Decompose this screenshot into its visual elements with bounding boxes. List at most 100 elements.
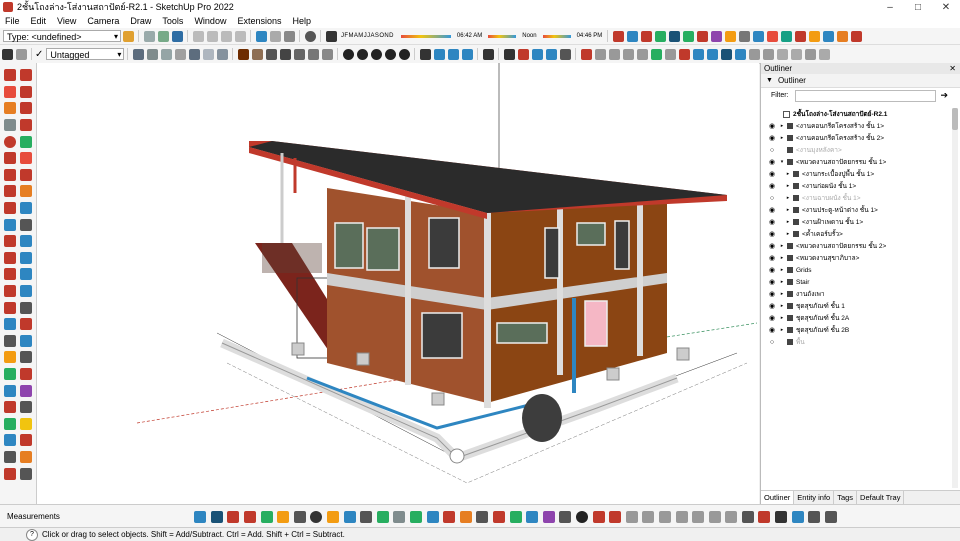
tool-icon-a[interactable] bbox=[4, 351, 16, 364]
monochrome-icon[interactable] bbox=[216, 48, 228, 60]
tool-icon-c[interactable] bbox=[4, 367, 16, 380]
expand-toggle-icon[interactable]: ▸ bbox=[779, 255, 785, 261]
extension-warehouse-icon[interactable] bbox=[640, 30, 652, 42]
cut-icon[interactable] bbox=[192, 30, 204, 42]
bottom-icon-33[interactable] bbox=[725, 510, 738, 523]
look-around-icon[interactable] bbox=[808, 30, 820, 42]
left-view-icon[interactable] bbox=[321, 48, 333, 60]
scene-icon-1[interactable] bbox=[342, 48, 354, 60]
arc-2pt-icon[interactable] bbox=[4, 152, 16, 165]
outliner-row[interactable]: ◉ ▾ <หมวดงานสถาปัตยกรรม ชั้น 1> bbox=[761, 156, 951, 168]
tool-icon-l[interactable] bbox=[20, 434, 32, 447]
outliner-row[interactable]: ◉ ▸ <งานประตู-หน้าต่าง ชั้น 1> bbox=[761, 204, 951, 216]
freehand-tool-icon[interactable] bbox=[20, 69, 32, 82]
scrollbar-thumb[interactable] bbox=[952, 108, 958, 130]
eye-icon[interactable]: ◉ bbox=[768, 182, 776, 190]
eye-icon[interactable]: ◉ bbox=[768, 170, 776, 178]
expand-toggle-icon[interactable]: ▸ bbox=[779, 279, 785, 285]
maximize-button[interactable]: □ bbox=[904, 2, 932, 13]
bottom-icon-3[interactable] bbox=[227, 510, 240, 523]
tab-outliner[interactable]: Outliner bbox=[761, 491, 795, 504]
section-plane-tool-icon[interactable] bbox=[20, 334, 32, 347]
outliner-row[interactable]: ○ พื้น bbox=[761, 336, 951, 348]
offset-icon[interactable] bbox=[4, 185, 16, 198]
tool-icon-i[interactable] bbox=[4, 417, 16, 430]
menu-window[interactable]: Window bbox=[189, 16, 232, 26]
tag-combo[interactable]: Untagged bbox=[46, 48, 125, 61]
tool-icon-p[interactable] bbox=[20, 467, 32, 480]
expand-toggle-icon[interactable]: ▸ bbox=[785, 231, 791, 237]
tool-icon-e[interactable] bbox=[4, 384, 16, 397]
component-icon[interactable] bbox=[122, 30, 134, 42]
rotate-icon[interactable] bbox=[4, 202, 16, 215]
look-around-tool-icon[interactable] bbox=[4, 334, 16, 347]
outliner-row[interactable]: ◉ ▸ <งานกระเบื้องปูพื้น ชั้น 1> bbox=[761, 168, 951, 180]
expand-toggle-icon[interactable]: ▸ bbox=[779, 123, 785, 129]
bottom-icon-27[interactable] bbox=[625, 510, 638, 523]
hidden-eye-icon[interactable]: ○ bbox=[768, 147, 776, 154]
bottom-icon-29[interactable] bbox=[658, 510, 671, 523]
time-slider[interactable] bbox=[488, 34, 517, 38]
add-detail-icon[interactable] bbox=[748, 48, 760, 60]
scene-icon-5[interactable] bbox=[398, 48, 410, 60]
sandbox-icon[interactable] bbox=[612, 30, 624, 42]
pan-tool-icon[interactable] bbox=[20, 268, 32, 281]
pie-tool-icon[interactable] bbox=[20, 85, 32, 98]
bottom-icon-5[interactable] bbox=[260, 510, 273, 523]
print-icon[interactable] bbox=[283, 30, 295, 42]
flip-edge-icon[interactable] bbox=[762, 48, 774, 60]
expand-toggle-icon[interactable]: ▸ bbox=[785, 219, 791, 225]
bottom-icon-8[interactable] bbox=[310, 510, 323, 523]
subtract-icon[interactable] bbox=[636, 48, 648, 60]
add-location-icon[interactable] bbox=[668, 30, 680, 42]
eye-icon[interactable]: ◉ bbox=[768, 278, 776, 286]
date-slider[interactable] bbox=[400, 34, 451, 38]
outliner-row[interactable]: ◉ ▸ ชุดสุขภัณฑ์ ชั้น 2A bbox=[761, 312, 951, 324]
outliner-row[interactable]: ◉ ▸ <งานฝ้าเพดาน ชั้น 1> bbox=[761, 216, 951, 228]
filter-input[interactable] bbox=[794, 89, 937, 102]
outliner-row[interactable]: ○ ▸ <งานฉาบผนัง ชั้น 1> bbox=[761, 192, 951, 204]
extension-icon-c[interactable] bbox=[850, 30, 862, 42]
bottom-icon-4[interactable] bbox=[244, 510, 257, 523]
3d-viewport[interactable] bbox=[37, 63, 759, 504]
outliner-row[interactable]: ◉ ▸ Grids bbox=[761, 264, 951, 276]
bottom-icon-13[interactable] bbox=[393, 510, 406, 523]
tool-icon-o[interactable] bbox=[4, 467, 16, 480]
right-view-icon[interactable] bbox=[293, 48, 305, 60]
union-icon[interactable] bbox=[622, 48, 634, 60]
bottom-icon-17[interactable] bbox=[459, 510, 472, 523]
iso-view-icon[interactable] bbox=[237, 48, 249, 60]
bottom-icon-26[interactable] bbox=[609, 510, 622, 523]
follow-me-icon[interactable] bbox=[20, 168, 32, 181]
details-arrow-icon[interactable]: ➔ bbox=[940, 90, 948, 101]
new-file-icon[interactable] bbox=[143, 30, 155, 42]
bottom-icon-19[interactable] bbox=[492, 510, 505, 523]
geo-location-icon[interactable] bbox=[654, 30, 666, 42]
outliner-row[interactable]: ◉ ▸ Stair bbox=[761, 276, 951, 288]
hidden-eye-icon[interactable]: ○ bbox=[768, 195, 776, 202]
section-display-icon[interactable] bbox=[752, 30, 764, 42]
eye-icon[interactable]: ◉ bbox=[768, 158, 776, 166]
drape-icon[interactable] bbox=[734, 48, 746, 60]
bottom-icon-2[interactable] bbox=[210, 510, 223, 523]
bottom-icon-20[interactable] bbox=[509, 510, 522, 523]
stamp-icon[interactable] bbox=[720, 48, 732, 60]
position-camera-tool-icon[interactable] bbox=[4, 318, 16, 331]
expand-toggle-icon[interactable]: ▾ bbox=[779, 159, 785, 165]
copy-icon[interactable] bbox=[206, 30, 218, 42]
bottom-icon-10[interactable] bbox=[343, 510, 356, 523]
bottom-icon-39[interactable] bbox=[824, 510, 837, 523]
select-arrow-icon[interactable] bbox=[1, 48, 13, 60]
outliner-row[interactable]: ○ <งานมุงหลังคา> bbox=[761, 144, 951, 156]
paint-bucket-icon[interactable] bbox=[20, 102, 32, 115]
outliner-row[interactable]: ◉ ▸ <ค้ำเคอร์บรั้ว> bbox=[761, 228, 951, 240]
expand-toggle-icon[interactable]: ▸ bbox=[785, 171, 791, 177]
help-icon[interactable]: ? bbox=[26, 528, 38, 541]
eye-icon[interactable]: ◉ bbox=[768, 122, 776, 130]
eye-icon[interactable]: ◉ bbox=[768, 302, 776, 310]
walk-tool-icon[interactable] bbox=[20, 318, 32, 331]
section-cuts-icon[interactable] bbox=[766, 30, 778, 42]
tag-icon[interactable] bbox=[15, 48, 27, 60]
move-tool-icon[interactable] bbox=[20, 185, 32, 198]
orbit-tool-icon[interactable] bbox=[4, 268, 16, 281]
